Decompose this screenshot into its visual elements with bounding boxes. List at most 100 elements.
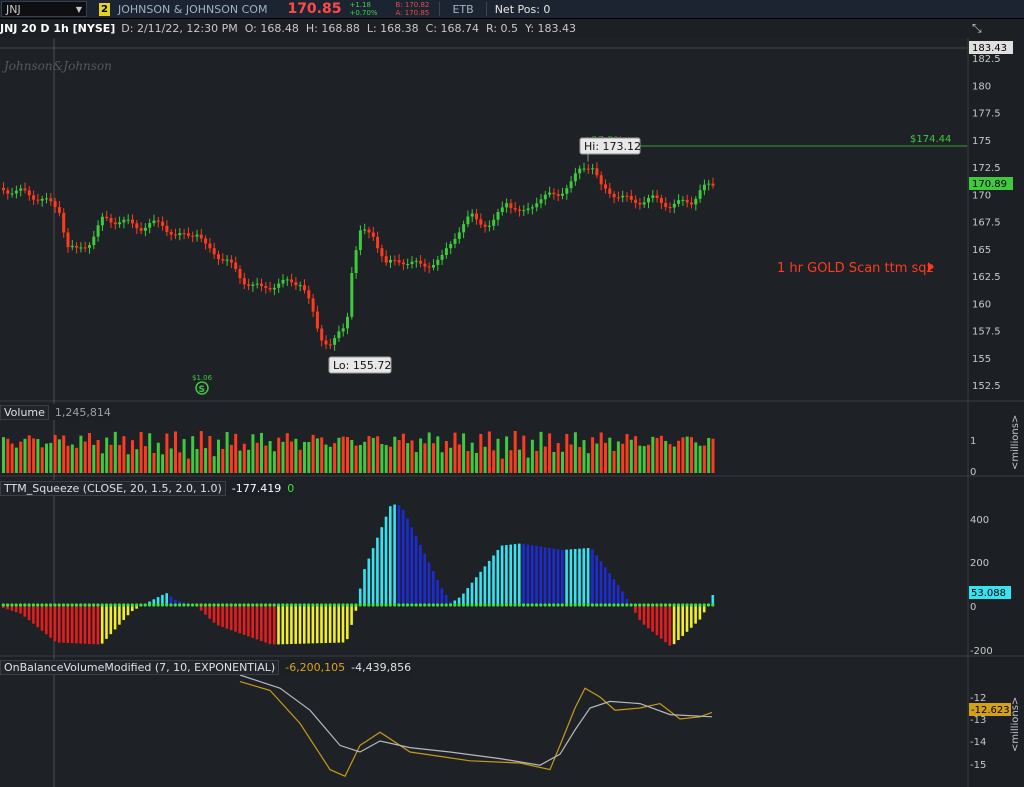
squeeze-bar: [410, 527, 414, 605]
squeeze-dot: [135, 603, 139, 607]
price-change: +1.18 +0.70%: [349, 1, 395, 17]
candle-down: [711, 183, 715, 186]
squeeze-dot: [375, 603, 379, 607]
squeeze-dot: [629, 603, 633, 607]
squeeze-dot: [246, 603, 250, 607]
volume-bar-down: [264, 445, 268, 473]
volume-bar-down: [401, 433, 405, 473]
squeeze-study-name[interactable]: TTM_Squeeze (CLOSE, 20, 1.5, 2.0, 1.0): [0, 480, 226, 496]
squeeze-bar: [397, 505, 401, 605]
candle-down: [324, 340, 328, 345]
candle-down: [62, 212, 66, 233]
squeeze-bar: [272, 605, 276, 645]
bar-date: D: 2/11/22, 12:30 PM: [121, 21, 238, 35]
volume-bar-up: [672, 446, 676, 473]
squeeze-bar: [582, 548, 586, 605]
squeeze-bar: [49, 605, 52, 638]
obv-study-name[interactable]: OnBalanceVolumeModified (7, 10, EXPONENT…: [0, 659, 280, 675]
squeeze-dot: [586, 603, 590, 607]
volume-bar-up: [217, 439, 220, 473]
squeeze-dot: [543, 603, 547, 607]
volume-bar-down: [341, 436, 345, 473]
squeeze-bar: [208, 605, 211, 619]
symbol-selector[interactable]: JNJ ▼: [1, 1, 87, 17]
price-tick: 172.5: [972, 163, 1001, 174]
divider: [439, 2, 441, 16]
squeeze-dot: [547, 603, 552, 607]
squeeze-dot: [190, 603, 195, 607]
volume-bar-up: [419, 438, 423, 473]
squeeze-dot: [182, 603, 186, 607]
candle-down: [307, 290, 311, 299]
candle-down: [479, 219, 483, 225]
candle-up: [333, 338, 337, 345]
squeeze-dot: [436, 603, 440, 607]
price-tick: 175: [972, 136, 991, 147]
candle-up: [277, 283, 281, 288]
volume-bar-up: [268, 441, 272, 473]
volume-tick-zero: 0: [970, 467, 976, 478]
volume-study-name[interactable]: Volume: [0, 404, 49, 420]
candle-down: [204, 238, 208, 244]
volume-bar-up: [642, 446, 646, 473]
squeeze-bar: [285, 605, 289, 645]
squeeze-dot: [651, 603, 655, 607]
squeeze-dot: [362, 603, 367, 607]
candle-up: [251, 284, 255, 286]
candle-down: [57, 207, 61, 213]
squeeze-dot: [530, 603, 534, 607]
candle-up: [496, 211, 500, 220]
squeeze-bar: [234, 605, 237, 632]
squeeze-dot: [431, 603, 435, 607]
net-position: Net Pos: 0: [494, 2, 551, 16]
squeeze-dot: [332, 603, 336, 607]
volume-bar-down: [569, 444, 573, 473]
candle-up: [152, 220, 156, 224]
squeeze-bar: [109, 605, 113, 635]
link-badge[interactable]: 2: [99, 2, 110, 16]
squeeze-dot: [40, 603, 44, 607]
volume-bar-up: [698, 445, 702, 473]
chart-title[interactable]: JNJ 20 D 1h [NYSE]: [0, 22, 115, 35]
candle-down: [556, 194, 560, 196]
squeeze-dot: [711, 603, 715, 607]
squeeze-dot: [238, 603, 242, 607]
squeeze-bar: [367, 558, 371, 605]
volume-bar-up: [57, 439, 61, 473]
volume-bar-down: [346, 437, 349, 473]
volume-bar-up: [169, 448, 173, 473]
volume-bar-down: [397, 440, 401, 473]
candle-down: [290, 279, 294, 283]
price-tick: 170: [972, 190, 991, 201]
squeeze-dot: [663, 603, 668, 607]
squeeze-dot: [53, 603, 57, 607]
volume-bar-up: [303, 441, 306, 473]
volume-bar-down: [548, 433, 552, 473]
volume-bar-down: [285, 433, 289, 473]
volume-bar-down: [53, 434, 57, 473]
volume-bar-up: [384, 445, 388, 473]
squeeze-bar: [333, 605, 336, 643]
volume-bar-down: [139, 432, 143, 473]
zoom-icon[interactable]: ⤡: [972, 21, 982, 35]
volume-bar-up: [707, 437, 711, 473]
squeeze-bar: [307, 605, 310, 644]
squeeze-dot: [319, 603, 324, 607]
volume-bar-up: [539, 431, 543, 473]
candle-up: [126, 219, 130, 221]
candle-down: [53, 201, 57, 208]
volume-bar-up: [148, 433, 152, 473]
squeeze-bar: [651, 605, 654, 632]
candle-down: [690, 202, 693, 205]
price-tick: 182.5: [972, 54, 1001, 65]
squeeze-dot: [655, 603, 659, 607]
squeeze-dot: [156, 603, 160, 607]
squeeze-bar: [487, 560, 491, 605]
candle-down: [659, 197, 663, 204]
candle-up: [406, 264, 410, 266]
volume-bar-down: [487, 431, 491, 473]
squeeze-bar: [573, 548, 577, 605]
squeeze-bar: [475, 577, 478, 605]
price-tick: 177.5: [972, 109, 1001, 120]
candle-down: [393, 259, 397, 261]
